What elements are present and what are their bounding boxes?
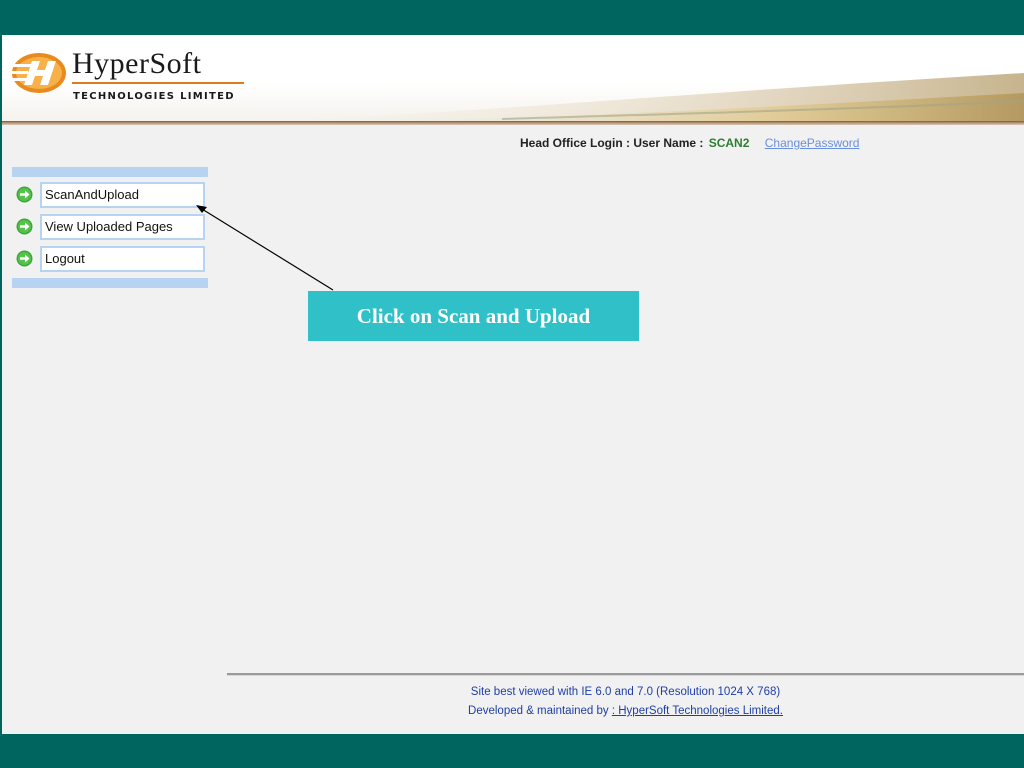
user-name-value: SCAN2: [708, 136, 750, 150]
sidebar-menu: ScanAndUpload View Uploaded Pages Logout: [12, 167, 208, 288]
menu-item-logout[interactable]: Logout: [12, 244, 208, 274]
scan-and-upload-button[interactable]: ScanAndUpload: [40, 182, 205, 208]
footer-credits-prefix: Developed & maintained by: [468, 705, 612, 717]
footer-credits: Developed & maintained by : HyperSoft Te…: [227, 705, 1024, 717]
footer-divider: [227, 673, 1024, 676]
callout-pointer-arrow: [196, 205, 334, 291]
menu-item-scan-and-upload[interactable]: ScanAndUpload: [12, 180, 208, 210]
hypersoft-logo-icon: [10, 53, 66, 93]
view-uploaded-pages-button[interactable]: View Uploaded Pages: [40, 214, 205, 240]
logo-underline: [72, 82, 244, 84]
green-arrow-icon: [16, 218, 33, 235]
site-header: HyperSoft TECHNOLOGIES LIMITED: [2, 35, 1024, 123]
footer-browser-note: Site best viewed with IE 6.0 and 7.0 (Re…: [470, 686, 781, 698]
menu-top-bar: [12, 167, 208, 177]
change-password-link[interactable]: ChangePassword: [765, 136, 860, 150]
slide-canvas: HyperSoft TECHNOLOGIES LIMITED Head Offi…: [2, 35, 1024, 734]
developer-link[interactable]: : HyperSoft Technologies Limited.: [612, 705, 783, 717]
instruction-callout: Click on Scan and Upload: [308, 291, 639, 341]
green-arrow-icon: [16, 186, 33, 203]
green-arrow-icon: [16, 250, 33, 267]
logo-wordmark: HyperSoft: [72, 47, 202, 80]
logout-button[interactable]: Logout: [40, 246, 205, 272]
header-divider: [2, 121, 1024, 125]
logo-tagline: TECHNOLOGIES LIMITED: [73, 91, 235, 102]
login-prefix: Head Office Login : User Name :: [520, 136, 704, 150]
menu-bottom-bar: [12, 278, 208, 288]
login-status: Head Office Login : User Name : SCAN2 Ch…: [520, 136, 859, 150]
menu-item-view-uploaded-pages[interactable]: View Uploaded Pages: [12, 212, 208, 242]
